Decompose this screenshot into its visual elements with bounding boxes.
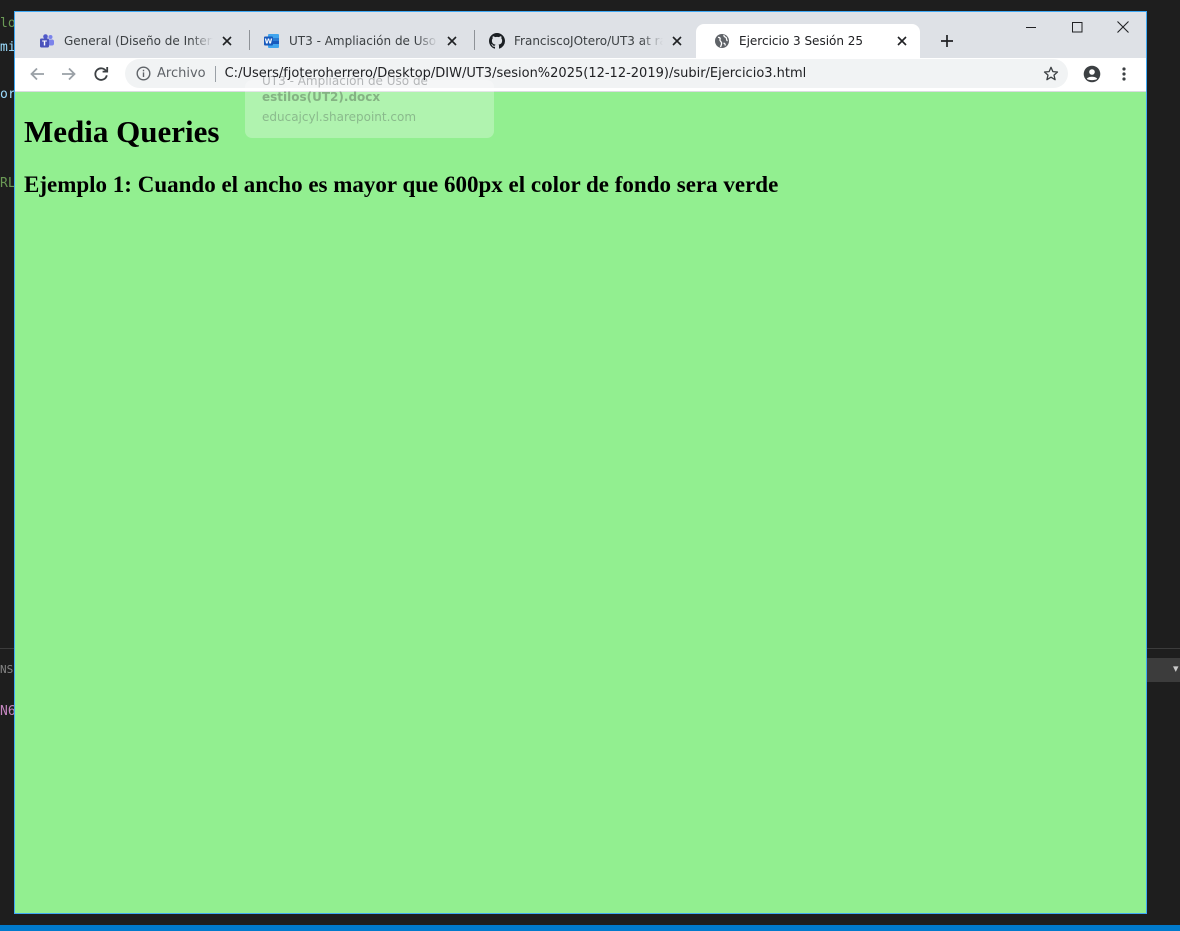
background-editor: lo mi or RL NS N6 <box>0 0 16 925</box>
svg-text:T: T <box>42 40 47 48</box>
security-chip[interactable]: Archivo <box>157 66 206 81</box>
close-icon[interactable] <box>894 33 910 49</box>
svg-text:W: W <box>265 38 273 46</box>
star-icon[interactable] <box>1042 65 1060 83</box>
hover-card-title: estilos(UT2).docx <box>262 90 381 104</box>
github-icon <box>489 33 505 49</box>
new-tab-button[interactable] <box>933 27 961 55</box>
profile-button[interactable] <box>1078 60 1106 88</box>
tab-github[interactable]: FranciscoJOtero/UT3 at ramaSesion25 <box>471 24 695 58</box>
tab-general[interactable]: T General (Diseño de Interfaces Web) <box>21 24 245 58</box>
tab-strip: T General (Diseño de Interfaces Web) W U… <box>15 12 1146 58</box>
close-icon[interactable] <box>669 33 685 49</box>
background-editor-right <box>1146 0 1180 925</box>
minimize-button[interactable] <box>1008 12 1054 42</box>
menu-button[interactable] <box>1110 60 1138 88</box>
reload-button[interactable] <box>87 60 115 88</box>
chevron-down-icon: ▾ <box>1173 662 1179 675</box>
browser-window: T General (Diseño de Interfaces Web) W U… <box>14 11 1147 914</box>
page-content: Media Queries Ejemplo 1: Cuando el ancho… <box>15 92 1146 913</box>
omnibox-divider <box>214 65 216 82</box>
hover-card-domain: educajcyl.sharepoint.com <box>262 110 417 124</box>
maximize-button[interactable] <box>1054 12 1100 42</box>
back-button[interactable] <box>23 60 51 88</box>
tab-hover-card: UT3 - Ampliación de Uso de estilos(UT2).… <box>245 74 494 138</box>
tab-word-document[interactable]: W UT3 - Ampliación de Uso de estilos(UT2… <box>246 24 470 58</box>
page-subheading: Ejemplo 1: Cuando el ancho es mayor que … <box>24 172 779 197</box>
editor-status-bar <box>0 925 1180 931</box>
window-close-button[interactable] <box>1100 12 1146 42</box>
page-heading: Media Queries <box>24 114 220 149</box>
tab-title: Ejercicio 3 Sesión 25 <box>739 34 864 48</box>
word-icon: W <box>264 33 280 49</box>
tab-ejercicio3[interactable]: Ejercicio 3 Sesión 25 <box>696 24 920 58</box>
editor-panel-fragment: NS <box>0 663 14 676</box>
close-icon[interactable] <box>219 33 235 49</box>
tab-title: General (Diseño de Interfaces Web) <box>64 34 213 48</box>
editor-panel-divider <box>0 648 14 649</box>
teams-icon: T <box>39 33 55 49</box>
tab-title: UT3 - Ampliación de Uso de estilos(UT2).… <box>289 34 438 48</box>
forward-button[interactable] <box>55 60 83 88</box>
globe-icon <box>714 33 730 49</box>
info-icon[interactable] <box>135 66 151 82</box>
hover-card-title-partial: UT3 - Ampliación de Uso de <box>262 74 428 88</box>
close-icon[interactable] <box>444 33 460 49</box>
browser-toolbar: Archivo C:/Users/fjoteroherrero/Desktop/… <box>15 58 1146 92</box>
tab-title: FranciscoJOtero/UT3 at ramaSesion25 <box>514 34 663 48</box>
editor-panel-divider <box>1146 648 1180 649</box>
